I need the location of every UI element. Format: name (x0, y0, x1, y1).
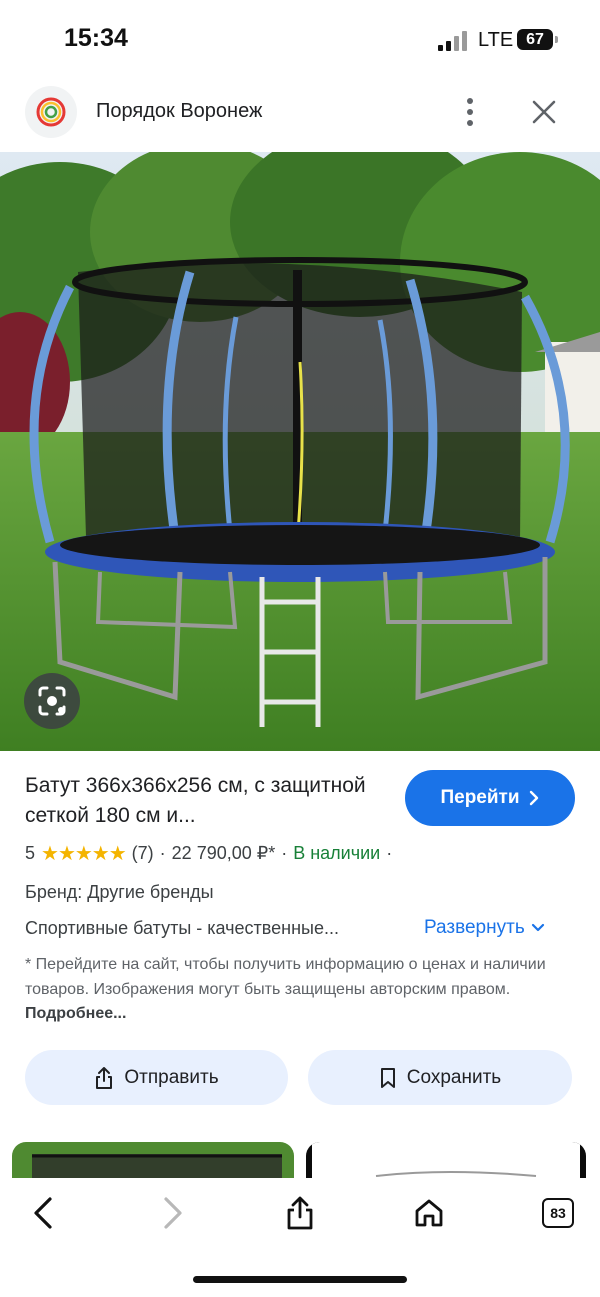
save-button[interactable]: Сохранить (308, 1050, 572, 1105)
star-rating-icon: ★★★★★ (41, 843, 127, 865)
separator: · (281, 843, 288, 863)
review-count[interactable]: (7) (132, 843, 154, 864)
network-type: LTE (478, 29, 514, 51)
chevron-left-icon (34, 1197, 52, 1229)
chevron-right-icon (529, 790, 538, 806)
price: 22 790,00 ₽* (171, 843, 276, 863)
share-label: Отправить (124, 1066, 219, 1088)
cellular-signal-icon (438, 31, 467, 51)
site-logo[interactable] (25, 86, 77, 138)
related-image-thumbnail[interactable] (12, 1142, 294, 1178)
more-info-link[interactable]: Подробнее... (25, 1005, 126, 1022)
home-icon (415, 1199, 443, 1227)
battery-level: 67 (517, 29, 553, 50)
disclaimer: * Перейдите на сайт, чтобы получить инфо… (25, 953, 565, 1027)
go-to-site-button[interactable]: Перейти (405, 770, 575, 826)
share-icon (96, 1066, 113, 1089)
tabs-count: 83 (542, 1198, 574, 1228)
chevron-right-icon (164, 1197, 182, 1229)
disclaimer-text: * Перейдите на сайт, чтобы получить инфо… (25, 956, 546, 998)
share-page-button[interactable] (277, 1178, 323, 1248)
close-icon[interactable] (528, 96, 560, 128)
product-title[interactable]: Батут 366x366x256 см, с защитной сеткой … (25, 771, 385, 831)
rating-value: 5 (25, 843, 36, 863)
trampoline-thumbnail (12, 1142, 294, 1178)
camera-search-icon (38, 686, 66, 716)
home-button[interactable] (406, 1178, 452, 1248)
share-icon (287, 1196, 313, 1230)
battery-icon: 67 (517, 29, 559, 50)
home-indicator (193, 1276, 407, 1283)
trampoline-thumbnail (312, 1142, 580, 1178)
status-time: 15:34 (64, 24, 128, 52)
tabs-button[interactable]: 83 (535, 1178, 581, 1248)
forward-button[interactable] (150, 1178, 196, 1248)
product-image[interactable] (0, 152, 600, 751)
separator: · (386, 843, 393, 863)
lens-icon[interactable] (24, 673, 80, 729)
description: Спортивные батуты - качественные... (25, 918, 339, 938)
trampoline-photo (0, 152, 600, 751)
site-title[interactable]: Порядок Воронеж (96, 100, 262, 123)
go-button-label: Перейти (440, 787, 520, 808)
brand: Бренд: Другие бренды (25, 882, 214, 902)
back-button[interactable] (20, 1178, 66, 1248)
bookmark-icon (380, 1067, 395, 1088)
rating-row: 5 ★★★★★ (7) · 22 790,00 ₽* · В наличии · (25, 841, 392, 866)
expand-button[interactable]: Развернуть (424, 917, 545, 939)
expand-label: Развернуть (424, 917, 525, 938)
save-label: Сохранить (406, 1066, 502, 1088)
site-logo-icon (36, 97, 66, 127)
share-button[interactable]: Отправить (25, 1050, 288, 1105)
more-options-icon[interactable] (458, 96, 482, 128)
availability: В наличии (293, 843, 381, 863)
related-image-thumbnail[interactable] (306, 1142, 586, 1178)
separator: · (159, 843, 166, 863)
chevron-down-icon (531, 923, 544, 932)
